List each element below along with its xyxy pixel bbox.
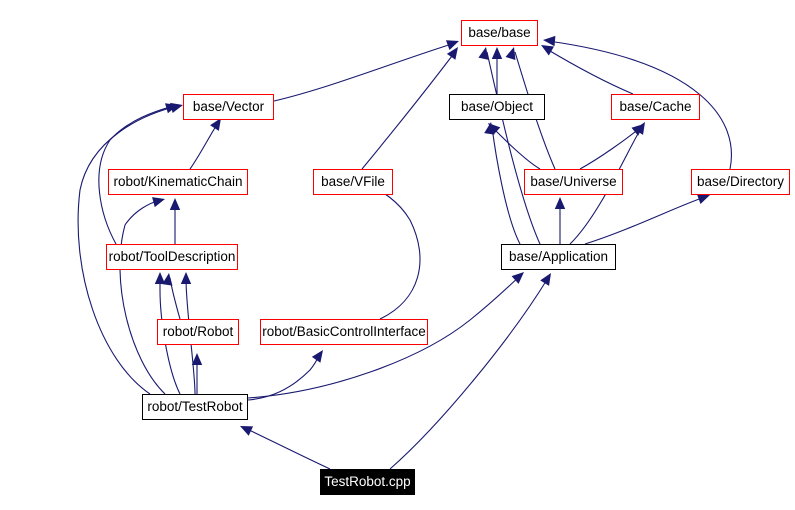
dependency-edge: [244, 427, 331, 470]
graph-node-base-vfile[interactable]: base/VFile: [313, 169, 393, 195]
graph-node-label: base/Universe: [530, 174, 617, 190]
dependency-edge: [369, 185, 421, 320]
dependency-edge: [491, 126, 541, 170]
include-dependency-graph: base/base base/Vector base/Object base/Cach…: [0, 0, 795, 510]
graph-node-basic-control[interactable]: robot/BasicControlInterface: [260, 319, 428, 345]
edge-arrowhead: [445, 40, 459, 50]
edge-arrowhead: [152, 197, 165, 208]
edge-arrowhead: [311, 350, 323, 363]
graph-node-label: base/Directory: [696, 174, 785, 190]
dependency-edge: [273, 42, 456, 102]
graph-node-label: robot/TestRobot: [147, 399, 243, 415]
graph-node-label: base/Cache: [619, 99, 692, 115]
graph-node-label: base/VFile: [321, 174, 385, 190]
graph-node-base-universe[interactable]: base/Universe: [524, 169, 623, 195]
dependency-edge: [579, 127, 641, 170]
graph-node-base-vector[interactable]: base/Vector: [183, 94, 274, 120]
graph-node-test-robot[interactable]: robot/TestRobot: [142, 394, 248, 420]
graph-node-label: robot/BasicControlInterface: [262, 324, 426, 340]
dependency-edge: [544, 47, 634, 95]
graph-node-label: TestRobot.cpp: [324, 474, 411, 490]
graph-node-robot-robot[interactable]: robot/Robot: [157, 319, 239, 345]
edge-arrowhead: [478, 47, 489, 60]
graph-node-base-application[interactable]: base/Application: [501, 244, 616, 270]
edge-arrowhead: [240, 426, 254, 436]
graph-node-tool-description[interactable]: robot/ToolDescription: [106, 244, 238, 270]
dependency-edge: [189, 122, 219, 170]
graph-node-kinematic-chain[interactable]: robot/KinematicChain: [108, 169, 248, 195]
edge-arrowhead: [191, 353, 203, 365]
graph-node-base-directory[interactable]: base/Directory: [691, 169, 790, 195]
dependency-edge: [389, 277, 549, 470]
edge-arrowhead: [554, 197, 566, 209]
graph-node-base-object[interactable]: base/Object: [449, 94, 545, 120]
graph-node-base-cache[interactable]: base/Cache: [611, 94, 700, 120]
edge-arrowhead: [540, 273, 551, 286]
edge-arrowhead: [543, 35, 556, 47]
dependency-edge: [584, 196, 706, 245]
graph-node-label: base/Object: [460, 99, 534, 115]
graph-node-label: robot/ToolDescription: [108, 249, 236, 265]
graph-node-label: base/Vector: [192, 99, 265, 115]
dependency-edge: [247, 353, 321, 401]
graph-node-base-base[interactable]: base/base: [461, 20, 538, 46]
dependency-edge: [491, 126, 521, 245]
dependency-edge: [119, 199, 166, 395]
graph-node-label: base/base: [468, 25, 531, 41]
graph-node-label: base/Application: [508, 249, 609, 265]
edge-arrowhead: [169, 198, 181, 210]
graph-node-label: robot/KinematicChain: [113, 174, 243, 190]
graph-node-label: robot/Robot: [162, 324, 234, 340]
edge-arrowhead: [180, 272, 192, 284]
edge-arrowhead: [491, 47, 503, 59]
edge-arrowhead: [154, 272, 166, 284]
graph-node-test-robot-cpp[interactable]: TestRobot.cpp: [320, 469, 415, 495]
